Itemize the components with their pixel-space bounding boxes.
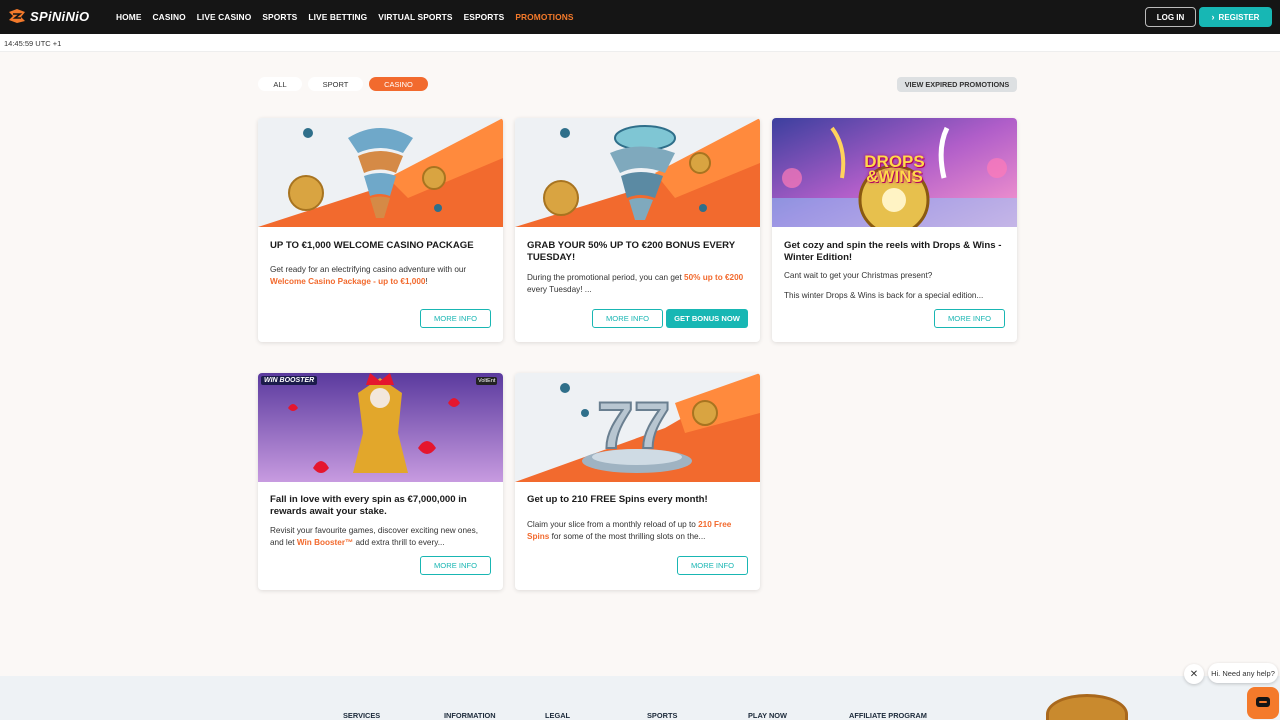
promo-title: UP TO €1,000 WELCOME CASINO PACKAGE — [270, 240, 474, 251]
promo-text-end: ! — [425, 277, 428, 286]
chat-prompt-bubble[interactable]: Hi. Need any help? — [1208, 663, 1278, 683]
promo-text-end: add extra thrill to every... — [353, 538, 445, 547]
win-booster-badge: WIN BOOSTER — [261, 376, 318, 385]
filter-all[interactable]: ALL — [258, 77, 302, 91]
promo-title: Get cozy and spin the reels with Drops &… — [784, 240, 1002, 263]
promo-image-win-booster — [258, 373, 503, 482]
footer-link-information[interactable]: INFORMATION — [444, 711, 496, 720]
view-expired-promotions-button[interactable]: VIEW EXPIRED PROMOTIONS — [897, 77, 1017, 92]
promo-image-chip-tornado — [515, 118, 760, 227]
more-info-button[interactable]: MORE INFO — [592, 309, 663, 328]
top-navigation-bar: SPiNiNiO HOME CASINO LIVE CASINO SPORTS … — [0, 0, 1280, 34]
footer-link-legal[interactable]: LEGAL — [545, 711, 570, 720]
provider-badge: VoltEnt — [476, 377, 498, 385]
footer-link-affiliate-program[interactable]: AFFILIATE PROGRAM — [849, 711, 927, 720]
promo-description: Claim your slice from a monthly reload o… — [527, 519, 749, 543]
nav-virtual-sports[interactable]: VIRTUAL SPORTS — [378, 12, 452, 22]
promo-text-line2: This winter Drops & Wins is back for a s… — [784, 291, 984, 300]
register-label: REGISTER — [1218, 12, 1260, 22]
more-info-button[interactable]: MORE INFO — [420, 309, 491, 328]
promo-title: GRAB YOUR 50% UP TO €200 BONUS EVERY TUE… — [527, 240, 735, 263]
get-bonus-now-button[interactable]: GET BONUS NOW — [666, 309, 748, 328]
chat-icon — [1256, 697, 1270, 707]
server-time: 14:45:59 UTC +1 — [4, 39, 62, 48]
footer-link-services[interactable]: SERVICES — [343, 711, 380, 720]
nav-casino[interactable]: CASINO — [153, 12, 186, 22]
drops-wins-logo-text: DROPS &WINS — [864, 152, 925, 186]
more-info-button[interactable]: MORE INFO — [934, 309, 1005, 328]
footer-link-play-now[interactable]: PLAY NOW — [748, 711, 787, 720]
promo-image-tornado — [258, 118, 503, 227]
promo-text-end: for some of the most thrilling slots on … — [549, 532, 706, 541]
promo-title: Get up to 210 FREE Spins every month! — [527, 494, 708, 505]
logo-text: SPiNiNiO — [30, 8, 90, 24]
promo-text: Get ready for an electrifying casino adv… — [270, 265, 467, 274]
promo-highlight[interactable]: Win Booster™ — [297, 538, 353, 547]
chevron-right-icon: › — [1211, 12, 1215, 22]
promo-card-drops-wins: DROPS &WINS Get cozy and spin the reels … — [772, 118, 1017, 342]
filter-casino[interactable]: CASINO — [369, 77, 428, 91]
site-logo[interactable]: SPiNiNiO — [8, 8, 89, 24]
register-button[interactable]: › REGISTER — [1199, 7, 1272, 27]
promo-text: Claim your slice from a monthly reload o… — [527, 520, 699, 529]
promo-card-win-booster: WIN BOOSTER VoltEnt Fall in love with ev… — [258, 373, 503, 590]
chat-close-icon[interactable]: ✕ — [1184, 664, 1204, 684]
promo-description: Revisit your favourite games, discover e… — [270, 525, 492, 549]
nav-live-betting[interactable]: LIVE BETTING — [308, 12, 367, 22]
filter-sport[interactable]: SPORT — [308, 77, 363, 91]
promo-card-tuesday-bonus: GRAB YOUR 50% UP TO €200 BONUS EVERY TUE… — [515, 118, 760, 342]
more-info-button[interactable]: MORE INFO — [420, 556, 491, 575]
promo-card-welcome-package: UP TO €1,000 WELCOME CASINO PACKAGE Get … — [258, 118, 503, 342]
promo-text: During the promotional period, you can g… — [527, 273, 685, 282]
main-nav: HOME CASINO LIVE CASINO SPORTS LIVE BETT… — [116, 0, 574, 34]
promo-text-end: every Tuesday! ... — [527, 285, 592, 294]
promo-title: Fall in love with every spin as €7,000,0… — [270, 494, 467, 517]
nav-live-casino[interactable]: LIVE CASINO — [197, 12, 252, 22]
nav-home[interactable]: HOME — [116, 12, 142, 22]
promo-image-sevens: 77 — [515, 373, 760, 482]
promo-description: Get ready for an electrifying casino adv… — [270, 264, 492, 288]
promo-card-free-spins: 77 Get up to 210 FREE Spins every month!… — [515, 373, 760, 590]
nav-esports[interactable]: ESPORTS — [464, 12, 505, 22]
promo-highlight[interactable]: 50% up to €200 — [684, 273, 743, 282]
more-info-button[interactable]: MORE INFO — [677, 556, 748, 575]
nav-sports[interactable]: SPORTS — [262, 12, 297, 22]
promo-highlight[interactable]: Welcome Casino Package - up to €1,000 — [270, 277, 425, 286]
time-bar: 14:45:59 UTC +1 — [0, 34, 1280, 52]
nav-promotions[interactable]: PROMOTIONS — [515, 12, 573, 22]
promo-description: During the promotional period, you can g… — [527, 272, 749, 296]
chat-launcher-button[interactable] — [1247, 687, 1279, 719]
svg-text:77: 77 — [597, 388, 670, 462]
login-button[interactable]: LOG IN — [1145, 7, 1196, 27]
footer-link-sports[interactable]: SPORTS — [647, 711, 677, 720]
promo-text-line1: Cant wait to get your Christmas present? — [784, 271, 933, 280]
logo-icon — [9, 9, 25, 23]
